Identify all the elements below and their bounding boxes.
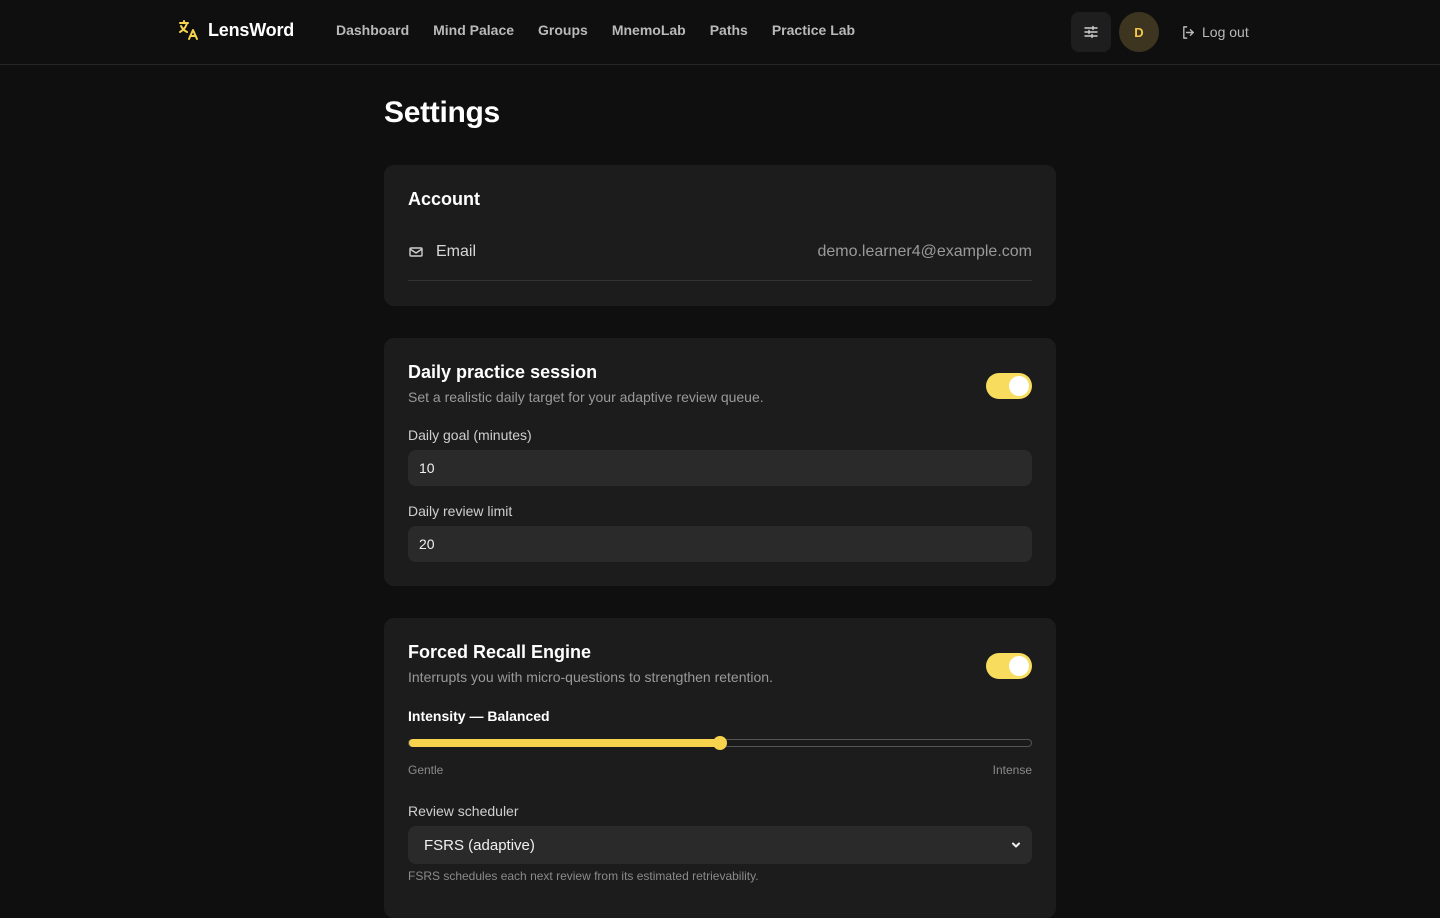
slider-min-label: Gentle (408, 763, 444, 777)
brand[interactable]: LensWord (176, 18, 294, 42)
toggle-knob (1009, 656, 1029, 676)
logout-icon (1183, 25, 1194, 39)
scheduler-value: FSRS (adaptive) (424, 836, 535, 854)
nav-actions: D Log out (1071, 12, 1249, 52)
recall-description: Interrupts you with micro-questions to s… (408, 669, 773, 685)
logout-button[interactable]: Log out (1181, 24, 1249, 40)
daily-description: Set a realistic daily target for your ad… (408, 389, 764, 405)
logout-label: Log out (1202, 24, 1249, 40)
daily-title: Daily practice session (408, 362, 598, 382)
account-card: Account Email demo.learner4@example.com (384, 165, 1056, 306)
scheduler-hint: FSRS schedules each next review from its… (408, 869, 759, 883)
slider-thumb[interactable] (713, 736, 727, 750)
nav-link-paths[interactable]: Paths (710, 22, 748, 38)
daily-practice-card: Daily practice session Set a realistic d… (384, 338, 1056, 586)
top-navbar: LensWord Dashboard Mind Palace Groups Mn… (0, 0, 1440, 65)
translate-icon (179, 20, 198, 40)
sliders-icon (1084, 25, 1098, 39)
nav-link-mind-palace[interactable]: Mind Palace (433, 22, 514, 38)
nav-link-groups[interactable]: Groups (538, 22, 588, 38)
slider-fill (409, 739, 720, 747)
intensity-slider[interactable] (408, 736, 1032, 750)
account-title: Account (408, 189, 480, 209)
email-label-group: Email (408, 243, 476, 261)
daily-limit-input[interactable] (408, 526, 1032, 562)
mail-icon (409, 247, 423, 257)
slider-max-label: Intense (992, 763, 1032, 777)
settings-button[interactable] (1071, 12, 1111, 52)
email-value: demo.learner4@example.com (817, 243, 1032, 260)
forced-recall-toggle[interactable] (986, 653, 1032, 679)
daily-limit-label: Daily review limit (408, 503, 513, 519)
recall-title: Forced Recall Engine (408, 642, 592, 662)
daily-practice-toggle[interactable] (986, 373, 1032, 399)
daily-goal-input[interactable] (408, 450, 1032, 486)
scheduler-label: Review scheduler (408, 803, 519, 819)
toggle-knob (1009, 376, 1029, 396)
forced-recall-card: Forced Recall Engine Interrupts you with… (384, 618, 1056, 918)
nav-link-practice-lab[interactable]: Practice Lab (772, 22, 855, 38)
email-row: Email demo.learner4@example.com (408, 243, 1032, 281)
intensity-label: Intensity — Balanced (408, 708, 550, 724)
brand-name: LensWord (208, 19, 295, 40)
chevron-down-icon (1012, 842, 1020, 848)
page-title: Settings (384, 96, 500, 129)
nav-link-mnemolab[interactable]: MnemoLab (612, 22, 686, 38)
daily-goal-label: Daily goal (minutes) (408, 427, 532, 443)
scheduler-select[interactable]: FSRS (adaptive) (408, 826, 1032, 864)
nav-link-dashboard[interactable]: Dashboard (336, 22, 409, 38)
email-label: Email (436, 243, 477, 260)
nav-links: Dashboard Mind Palace Groups MnemoLab Pa… (336, 22, 855, 38)
avatar[interactable]: D (1119, 12, 1159, 52)
